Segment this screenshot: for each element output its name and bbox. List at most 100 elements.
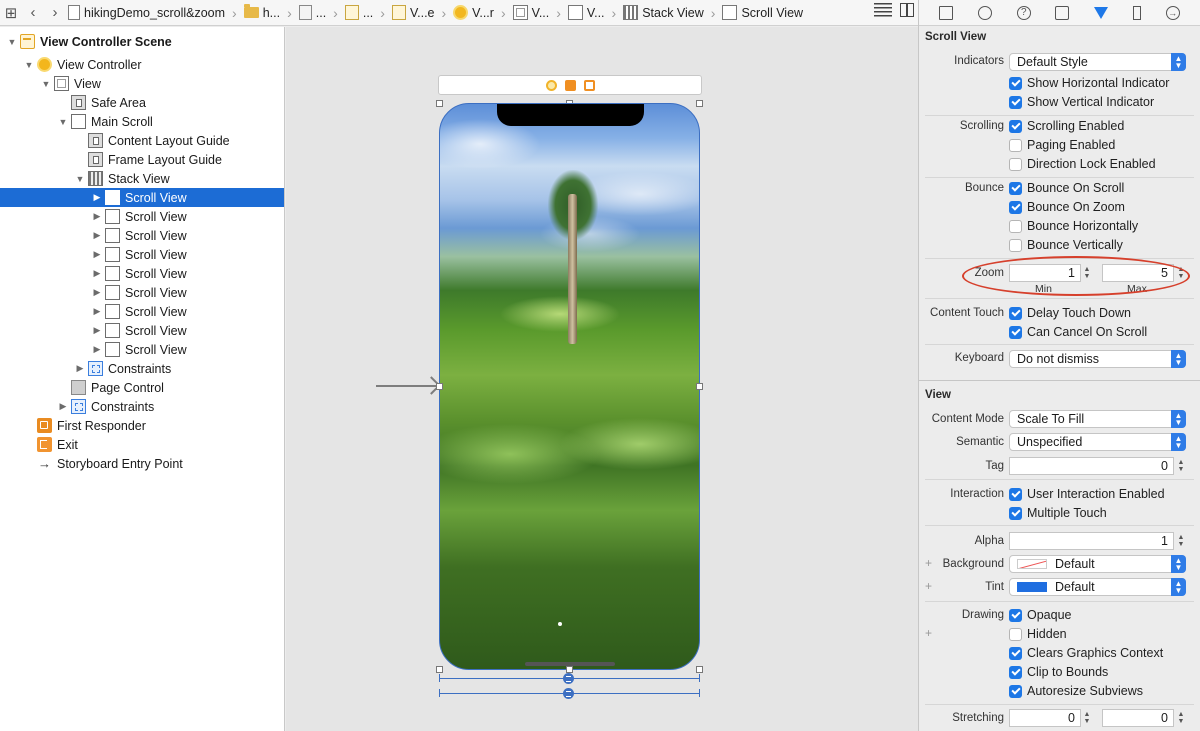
- outline-row-scroll-view-selected[interactable]: ▶ Scroll View: [0, 188, 284, 207]
- opaque-checkbox[interactable]: Opaque: [1009, 608, 1071, 622]
- outline-row-page-control[interactable]: Page Control: [0, 378, 284, 397]
- outline-row-scroll-view[interactable]: ▶ Scroll View: [0, 245, 284, 264]
- disclosure-closed-icon[interactable]: ▶: [92, 192, 102, 203]
- jumpbar-stack-view[interactable]: Stack View: [621, 2, 706, 24]
- outline-row-view[interactable]: ▼ View: [0, 74, 284, 93]
- outline-row-view-controller[interactable]: ▼ View Controller: [0, 55, 284, 74]
- outline-row-main-scroll[interactable]: ▼ Main Scroll: [0, 112, 284, 131]
- disclosure-closed-icon[interactable]: ▶: [92, 211, 102, 222]
- background-popup[interactable]: Default ▲ ▼: [1009, 555, 1186, 573]
- outline-row-stack-view[interactable]: ▼ Stack View: [0, 169, 284, 188]
- outline-row-scroll-view[interactable]: ▶ Scroll View: [0, 207, 284, 226]
- jumpbar-folder[interactable]: h...: [242, 2, 282, 24]
- bounce-on-zoom-checkbox[interactable]: Bounce On Zoom: [1009, 200, 1125, 214]
- outline-row-safe-area[interactable]: Safe Area: [0, 93, 284, 112]
- disclosure-open-icon[interactable]: ▼: [7, 37, 17, 47]
- tag-field[interactable]: 0: [1009, 457, 1174, 475]
- jumpbar-view-controller[interactable]: V...r: [451, 2, 496, 24]
- outline-row-scroll-view[interactable]: ▶ Scroll View: [0, 302, 284, 321]
- outline-row-scroll-view[interactable]: ▶ Scroll View: [0, 226, 284, 245]
- can-cancel-on-scroll-checkbox[interactable]: Can Cancel On Scroll: [1009, 325, 1147, 339]
- outline-row-first-responder[interactable]: First Responder: [0, 416, 284, 435]
- page-control-dot[interactable]: [558, 622, 562, 626]
- delay-touch-down-checkbox[interactable]: Delay Touch Down: [1009, 306, 1131, 320]
- clip-to-bounds-checkbox[interactable]: Clip to Bounds: [1009, 665, 1108, 679]
- disclosure-open-icon[interactable]: ▼: [58, 117, 68, 127]
- storyboard-canvas[interactable]: [286, 27, 918, 731]
- attributes-inspector-icon[interactable]: [1094, 6, 1109, 19]
- disclosure-closed-icon[interactable]: ▶: [92, 268, 102, 279]
- scene-dock[interactable]: [438, 75, 702, 95]
- connections-inspector-icon[interactable]: →: [1165, 5, 1180, 20]
- jumpbar-main-scroll[interactable]: V...: [566, 2, 607, 24]
- disclosure-closed-icon[interactable]: ▶: [92, 325, 102, 336]
- history-inspector-icon[interactable]: [978, 5, 993, 20]
- outline-row-scene[interactable]: ▼ View Controller Scene: [0, 32, 284, 51]
- disclosure-closed-icon[interactable]: ▶: [92, 344, 102, 355]
- outline-row-scroll-view[interactable]: ▶ Scroll View: [0, 264, 284, 283]
- disclosure-closed-icon[interactable]: ▶: [58, 401, 68, 412]
- stretching-x-field[interactable]: 0: [1009, 709, 1081, 727]
- outline-row-exit[interactable]: Exit: [0, 435, 284, 454]
- disclosure-closed-icon[interactable]: ▶: [92, 230, 102, 241]
- semantic-popup[interactable]: Unspecified ▲ ▼: [1009, 433, 1186, 451]
- tag-stepper[interactable]: ▲ ▼: [1176, 457, 1186, 475]
- disclosure-open-icon[interactable]: ▼: [41, 79, 51, 89]
- show-vertical-checkbox[interactable]: Show Vertical Indicator: [1009, 95, 1154, 109]
- disclosure-closed-icon[interactable]: ▶: [75, 363, 85, 374]
- add-editor-icon[interactable]: [900, 3, 914, 17]
- outline-row-scroll-view[interactable]: ▶ Scroll View: [0, 283, 284, 302]
- identity-inspector-icon[interactable]: [1055, 5, 1070, 20]
- view-controller-icon[interactable]: [545, 79, 557, 91]
- hidden-checkbox[interactable]: Hidden: [1009, 627, 1067, 641]
- outline-row-scroll-view[interactable]: ▶ Scroll View: [0, 321, 284, 340]
- exit-icon[interactable]: [583, 79, 595, 91]
- resize-handle[interactable]: [696, 383, 703, 390]
- stretching-y-stepper[interactable]: ▲ ▼: [1176, 709, 1186, 727]
- equal-width-badge-icon[interactable]: [563, 688, 574, 699]
- show-horizontal-checkbox[interactable]: Show Horizontal Indicator: [1009, 76, 1169, 90]
- indicators-popup[interactable]: Default Style ▲ ▼: [1009, 53, 1186, 71]
- outline-row-frame-layout-guide[interactable]: Frame Layout Guide: [0, 150, 284, 169]
- resize-handle[interactable]: [566, 666, 573, 673]
- related-items-icon[interactable]: ⊞: [0, 2, 22, 24]
- stretching-y-field[interactable]: 0: [1102, 709, 1174, 727]
- back-arrow-icon[interactable]: ‹: [22, 2, 44, 24]
- multiple-touch-checkbox[interactable]: Multiple Touch: [1009, 506, 1107, 520]
- outline-row-constraints[interactable]: ▶ Constraints: [0, 359, 284, 378]
- bounce-horizontally-checkbox[interactable]: Bounce Horizontally: [1009, 219, 1138, 233]
- bounce-on-scroll-checkbox[interactable]: Bounce On Scroll: [1009, 181, 1124, 195]
- file-inspector-icon[interactable]: [939, 5, 954, 20]
- content-mode-popup[interactable]: Scale To Fill ▲ ▼: [1009, 410, 1186, 428]
- disclosure-open-icon[interactable]: ▼: [24, 60, 34, 70]
- equal-width-badge-icon[interactable]: [563, 673, 574, 684]
- scrolling-enabled-checkbox[interactable]: Scrolling Enabled: [1009, 119, 1124, 133]
- tint-popup[interactable]: Default ▲ ▼: [1009, 578, 1186, 596]
- document-outline-toggle-icon[interactable]: [874, 3, 892, 17]
- resize-handle[interactable]: [696, 666, 703, 673]
- scroll-view-image-preview[interactable]: [439, 103, 700, 670]
- resize-handle[interactable]: [436, 383, 443, 390]
- outline-row-scroll-view[interactable]: ▶ Scroll View: [0, 340, 284, 359]
- jumpbar-view[interactable]: V...: [511, 2, 552, 24]
- keyboard-popup[interactable]: Do not dismiss ▲ ▼: [1009, 350, 1186, 368]
- stretching-x-stepper[interactable]: ▲ ▼: [1082, 709, 1092, 727]
- disclosure-closed-icon[interactable]: ▶: [92, 287, 102, 298]
- outline-row-content-layout-guide[interactable]: Content Layout Guide: [0, 131, 284, 150]
- storyboard-entry-arrow[interactable]: [376, 385, 436, 387]
- direction-lock-checkbox[interactable]: Direction Lock Enabled: [1009, 157, 1156, 171]
- user-interaction-checkbox[interactable]: User Interaction Enabled: [1009, 487, 1165, 501]
- jumpbar-scroll-view[interactable]: Scroll View: [720, 2, 805, 24]
- paging-enabled-checkbox[interactable]: Paging Enabled: [1009, 138, 1115, 152]
- outline-row-entry-point[interactable]: → Storyboard Entry Point: [0, 454, 284, 473]
- autoresize-subviews-checkbox[interactable]: Autoresize Subviews: [1009, 684, 1143, 698]
- size-inspector-icon[interactable]: [1132, 5, 1141, 20]
- jumpbar-scene[interactable]: V...e: [390, 2, 437, 24]
- alpha-stepper[interactable]: ▲ ▼: [1176, 532, 1186, 550]
- add-variation-plus-icon[interactable]: +: [925, 626, 932, 640]
- disclosure-open-icon[interactable]: ▼: [75, 174, 85, 184]
- jumpbar-project[interactable]: hikingDemo_scroll&zoom: [66, 2, 227, 24]
- resize-handle[interactable]: [436, 666, 443, 673]
- outline-row-constraints[interactable]: ▶ Constraints: [0, 397, 284, 416]
- jumpbar-storyboard[interactable]: ...: [343, 2, 375, 24]
